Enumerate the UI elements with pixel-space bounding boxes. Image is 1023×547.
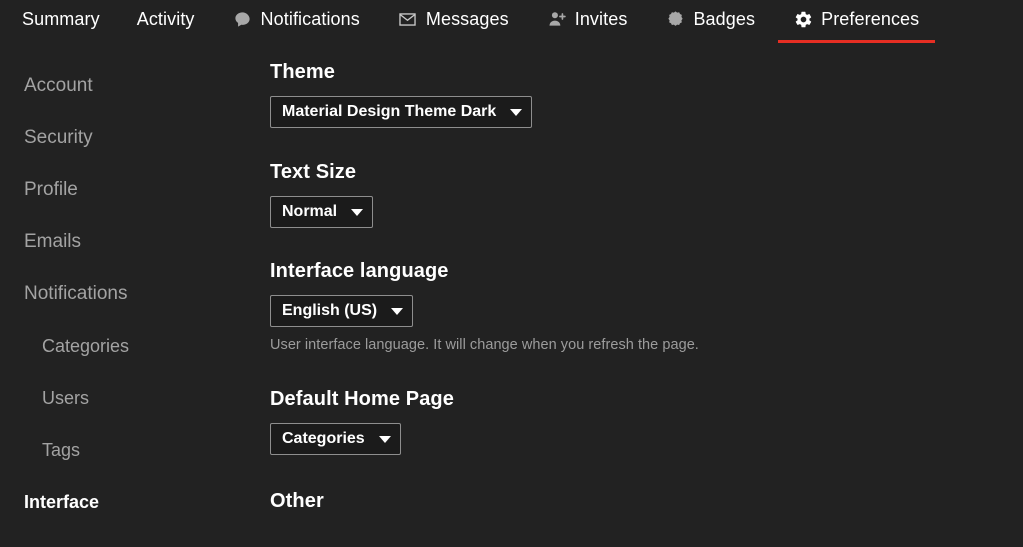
gear-icon (792, 8, 814, 30)
theme-select-value: Material Design Theme Dark (282, 103, 497, 120)
sidebar-item-users[interactable]: Users (0, 372, 248, 424)
preferences-sidebar: Account Security Profile Emails Notifica… (0, 38, 248, 547)
sidebar-item-security[interactable]: Security (0, 112, 248, 164)
nav-label-invites: Invites (574, 8, 628, 29)
field-group-default-home-page: Default Home Page Categories (270, 388, 1023, 455)
text-size-select-value: Normal (282, 203, 338, 220)
nav-label-preferences: Preferences (821, 8, 920, 29)
interface-language-select-value: English (US) (282, 302, 378, 319)
active-tab-underline (778, 40, 936, 43)
sidebar-item-tags[interactable]: Tags (0, 424, 248, 476)
sidebar-item-interface[interactable]: Interface (0, 476, 248, 528)
nav-label-summary: Summary (22, 8, 100, 29)
default-home-page-title: Default Home Page (270, 388, 454, 410)
text-size-title: Text Size (270, 161, 357, 183)
nav-label-activity: Activity (136, 8, 195, 29)
nav-label-messages: Messages (425, 8, 509, 29)
text-size-select[interactable]: Normal (270, 196, 374, 228)
envelope-icon (397, 8, 419, 30)
nav-item-activity[interactable]: Activity (137, 0, 195, 38)
preferences-content: Theme Material Design Theme Dark Text Si… (248, 38, 1023, 547)
theme-title: Theme (270, 61, 335, 83)
default-home-page-select-value: Categories (282, 430, 365, 447)
interface-language-select[interactable]: English (US) (270, 295, 414, 327)
sidebar-item-categories[interactable]: Categories (0, 320, 248, 372)
sidebar-item-account[interactable]: Account (0, 60, 248, 112)
nav-label-badges: Badges (693, 8, 756, 29)
field-group-interface-language: Interface language English (US) User int… (270, 260, 1023, 353)
chevron-down-icon (351, 208, 364, 216)
field-group-other: Other (270, 490, 1023, 513)
chevron-down-icon (391, 307, 404, 315)
nav-label-notifications: Notifications (260, 8, 360, 29)
nav-item-notifications[interactable]: Notifications (232, 0, 360, 38)
chevron-down-icon (510, 108, 523, 116)
field-group-theme: Theme Material Design Theme Dark (270, 61, 1023, 128)
nav-item-invites[interactable]: Invites (546, 0, 628, 38)
sidebar-item-profile[interactable]: Profile (0, 164, 248, 216)
default-home-page-select[interactable]: Categories (270, 423, 401, 455)
nav-item-preferences[interactable]: Preferences (778, 0, 936, 43)
badge-icon (664, 8, 686, 30)
theme-select[interactable]: Material Design Theme Dark (270, 96, 533, 128)
chevron-down-icon (378, 435, 391, 443)
page-body: Account Security Profile Emails Notifica… (0, 38, 1023, 547)
top-navigation-bar: Summary Activity Notifications Messages … (0, 0, 1023, 43)
speech-bubble-icon (232, 8, 254, 30)
other-title: Other (270, 490, 324, 512)
nav-item-summary[interactable]: Summary (22, 0, 100, 38)
nav-item-messages[interactable]: Messages (397, 0, 509, 38)
sidebar-item-emails[interactable]: Emails (0, 216, 248, 268)
interface-language-help-text: User interface language. It will change … (270, 337, 699, 353)
nav-item-badges[interactable]: Badges (664, 0, 755, 38)
user-plus-icon (546, 8, 568, 30)
field-group-text-size: Text Size Normal (270, 161, 1023, 228)
sidebar-item-notifications[interactable]: Notifications (0, 268, 248, 320)
interface-language-title: Interface language (270, 260, 449, 282)
